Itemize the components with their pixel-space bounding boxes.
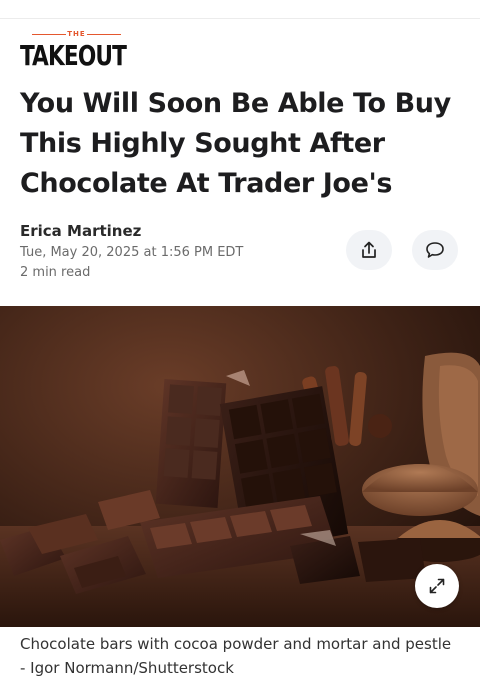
top-divider [0,0,480,19]
comment-icon [426,242,444,258]
hero-image[interactable] [0,306,480,627]
image-caption: Chocolate bars with cocoa powder and mor… [20,635,452,677]
expand-icon [429,578,445,594]
comment-button[interactable] [412,230,458,270]
publish-date: Tue, May 20, 2025 at 1:56 PM EDT [20,245,244,260]
read-time: 2 min read [20,265,91,280]
share-icon [362,241,376,258]
logo-name: TAKEOUT [20,39,127,72]
logo-rule-right [87,34,121,35]
author-name[interactable]: Erica Martinez [20,222,141,240]
site-logo[interactable]: THE TAKEOUT [20,30,140,78]
share-button[interactable] [346,230,392,270]
expand-image-button[interactable] [415,564,459,608]
article-title: You Will Soon Be Able To Buy This Highly… [20,88,451,199]
